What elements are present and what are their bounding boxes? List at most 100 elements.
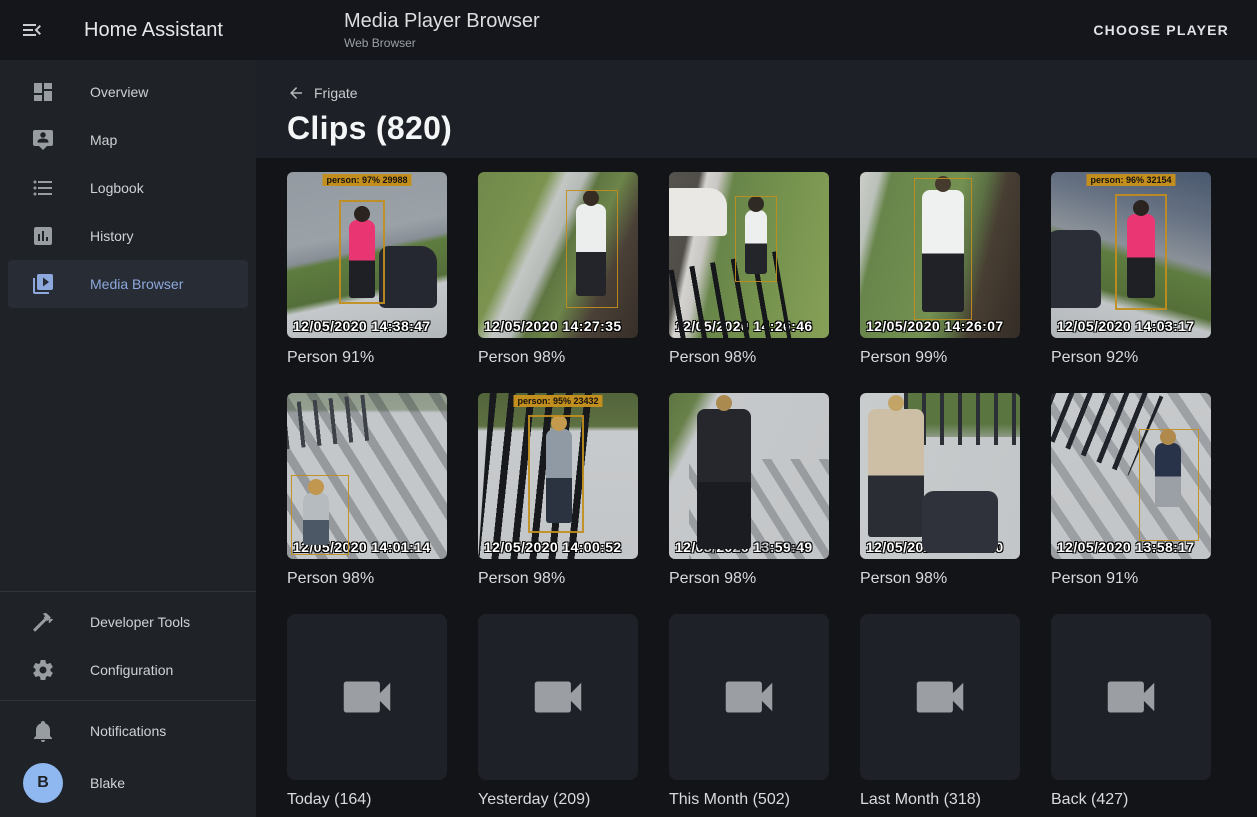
sidebar-item-notifications[interactable]: Notifications — [8, 707, 248, 755]
media-browser-content: Frigate Clips (820) person: 97% 29988 12… — [256, 60, 1257, 817]
sidebar-item-configuration[interactable]: Configuration — [8, 646, 248, 694]
folder-tile[interactable] — [860, 614, 1020, 780]
clip-thumbnail[interactable]: 12/05/2020 14:01:14 — [287, 393, 447, 559]
clip-thumbnail[interactable]: 12/05/2020 14:27:35 — [478, 172, 638, 338]
choose-player-button[interactable]: CHOOSE PLAYER — [1085, 12, 1237, 48]
clip-thumbnail[interactable]: person: 97% 29988 12/05/2020 14:38:47 — [287, 172, 447, 338]
folder-label: Back (427) — [1051, 791, 1211, 813]
sidebar-item-label: Notifications — [90, 723, 166, 739]
gear-icon — [31, 658, 55, 682]
video-camera-icon — [909, 666, 971, 728]
clip-card[interactable]: person: 96% 32154 12/05/2020 14:03:17 Pe… — [1051, 172, 1211, 371]
sidebar-item-label: Configuration — [90, 662, 173, 678]
menu-open-icon — [20, 18, 44, 42]
sidebar-item-label: History — [90, 228, 134, 244]
clip-thumbnail[interactable]: 12/05/2020 13:59:49 — [669, 393, 829, 559]
clip-card[interactable]: 12/05/2020 14:27:35 Person 98% — [478, 172, 638, 371]
scene-prop — [1051, 230, 1101, 308]
sidebar-item-label: Media Browser — [90, 276, 183, 292]
sidebar-toggle-button[interactable] — [8, 6, 56, 54]
home-assistant-app: Home Assistant Media Player Browser Web … — [0, 0, 1257, 817]
video-camera-icon — [718, 666, 780, 728]
sidebar-divider — [0, 591, 256, 592]
sidebar-item-map[interactable]: Map — [8, 116, 248, 164]
detection-bbox — [1139, 429, 1199, 541]
clips-title: Clips (820) — [287, 110, 1257, 147]
chart-box-icon — [31, 224, 55, 248]
clip-card[interactable]: 12/05/2020 13:59:49 Person 98% — [669, 393, 829, 592]
detection-label: person: 97% 29988 — [322, 174, 411, 186]
user-avatar[interactable]: B — [23, 763, 63, 803]
play-box-multiple-icon — [31, 272, 55, 296]
sidebar-divider — [0, 700, 256, 701]
sidebar-item-media-browser[interactable]: Media Browser — [8, 260, 248, 308]
detection-bbox — [339, 200, 385, 304]
video-camera-icon — [1100, 666, 1162, 728]
clip-thumbnail[interactable]: 12/05/2020 14:26:07 — [860, 172, 1020, 338]
clip-card[interactable]: 12/05/2020 14:01:14 Person 98% — [287, 393, 447, 592]
clip-timestamp: 12/05/2020 13:58:17 — [1057, 539, 1195, 555]
clip-thumbnail[interactable]: 12/05/2020 13:58:17 — [1051, 393, 1211, 559]
clip-caption: Person 98% — [287, 570, 447, 592]
page-title: Media Player Browser — [344, 10, 540, 33]
page-header-block: Media Player Browser Web Browser — [344, 10, 540, 50]
folder-tile[interactable] — [287, 614, 447, 780]
breadcrumb-label: Frigate — [314, 85, 358, 101]
clip-card[interactable]: 12/05/2020 13:58:30 Person 98% — [860, 393, 1020, 592]
folder-card-today[interactable]: Today (164) — [287, 614, 447, 813]
clip-card[interactable]: 12/05/2020 13:58:17 Person 91% — [1051, 393, 1211, 592]
clip-timestamp: 12/05/2020 14:27:35 — [484, 318, 622, 334]
folder-tile[interactable] — [669, 614, 829, 780]
video-camera-icon — [336, 666, 398, 728]
breadcrumb[interactable]: Frigate — [287, 84, 358, 102]
clip-card[interactable]: person: 97% 29988 12/05/2020 14:38:47 Pe… — [287, 172, 447, 371]
sidebar-item-label: Overview — [90, 84, 148, 100]
clip-caption: Person 98% — [669, 570, 829, 592]
detection-bbox — [735, 196, 777, 282]
clip-caption: Person 91% — [287, 349, 447, 371]
clip-caption: Person 92% — [1051, 349, 1211, 371]
list-icon — [31, 176, 55, 200]
sidebar-item-overview[interactable]: Overview — [8, 68, 248, 116]
page-subtitle: Web Browser — [344, 36, 540, 50]
folder-label: This Month (502) — [669, 791, 829, 813]
detection-bbox — [1115, 194, 1167, 310]
sidebar-user-profile[interactable]: B Blake — [8, 755, 248, 811]
folder-tile[interactable] — [478, 614, 638, 780]
sidebar-item-developer-tools[interactable]: Developer Tools — [8, 598, 248, 646]
folder-tile[interactable] — [1051, 614, 1211, 780]
app-header: Home Assistant Media Player Browser Web … — [0, 0, 1257, 60]
folder-label: Yesterday (209) — [478, 791, 638, 813]
folder-label: Last Month (318) — [860, 791, 1020, 813]
map-account-icon — [31, 128, 55, 152]
clip-card[interactable]: 12/05/2020 14:26:07 Person 99% — [860, 172, 1020, 371]
person-figure — [697, 409, 751, 549]
hammer-icon — [31, 610, 55, 634]
clip-caption: Person 99% — [860, 349, 1020, 371]
clip-thumbnail[interactable]: person: 96% 32154 12/05/2020 14:03:17 — [1051, 172, 1211, 338]
clip-timestamp: 12/05/2020 14:38:47 — [293, 318, 431, 334]
clip-card[interactable]: 12/05/2020 14:26:46 Person 98% — [669, 172, 829, 371]
clip-thumbnail[interactable]: 12/05/2020 14:26:46 — [669, 172, 829, 338]
content-header: Frigate Clips (820) — [256, 60, 1257, 158]
sidebar-item-history[interactable]: History — [8, 212, 248, 260]
folder-card-yesterday[interactable]: Yesterday (209) — [478, 614, 638, 813]
scene-prop — [922, 491, 998, 553]
sidebar-item-logbook[interactable]: Logbook — [8, 164, 248, 212]
bell-icon — [31, 719, 55, 743]
folder-card-this-month[interactable]: This Month (502) — [669, 614, 829, 813]
user-name: Blake — [90, 775, 125, 791]
folder-label: Today (164) — [287, 791, 447, 813]
clip-caption: Person 98% — [478, 349, 638, 371]
clip-thumbnail[interactable]: person: 95% 23432 12/05/2020 14:00:52 — [478, 393, 638, 559]
folder-card-last-month[interactable]: Last Month (318) — [860, 614, 1020, 813]
clip-thumbnail[interactable]: 12/05/2020 13:58:30 — [860, 393, 1020, 559]
clip-caption: Person 98% — [478, 570, 638, 592]
sidebar-item-label: Developer Tools — [90, 614, 190, 630]
folder-card-back[interactable]: Back (427) — [1051, 614, 1211, 813]
detection-label: person: 95% 23432 — [513, 395, 602, 407]
detection-bbox — [291, 475, 349, 555]
clip-card[interactable]: person: 95% 23432 12/05/2020 14:00:52 Pe… — [478, 393, 638, 592]
clip-timestamp: 12/05/2020 14:00:52 — [484, 539, 622, 555]
scene-prop — [379, 246, 437, 308]
